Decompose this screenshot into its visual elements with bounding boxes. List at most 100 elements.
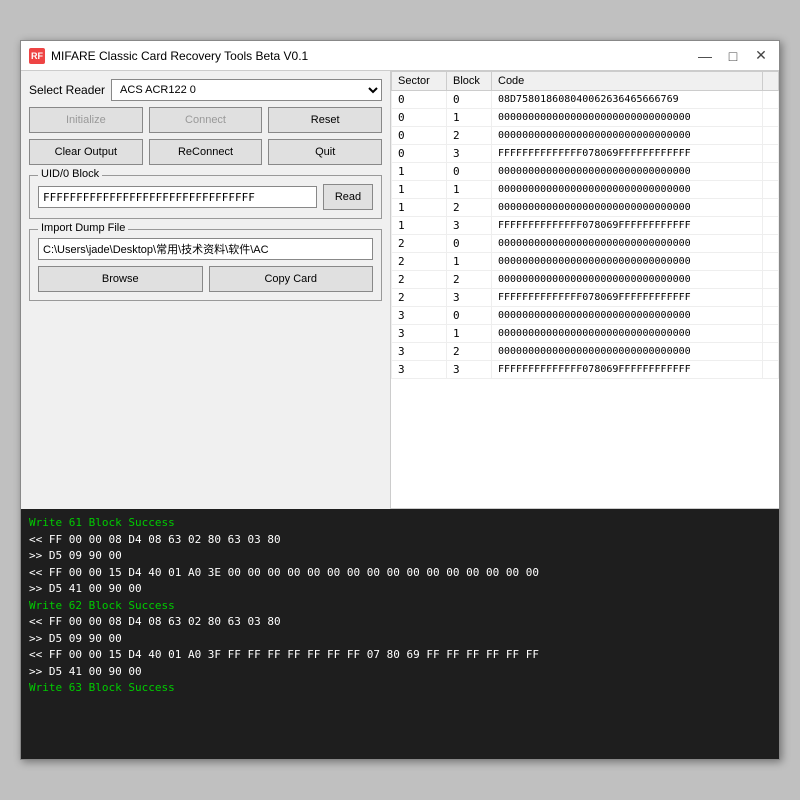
initialize-button[interactable]: Initialize [29,107,143,133]
cell-block: 1 [447,325,492,343]
table-row: 1200000000000000000000000000000000 [392,199,779,217]
cell-block: 3 [447,217,492,235]
cell-block: 0 [447,307,492,325]
cell-code: 00000000000000000000000000000000 [492,325,763,343]
cell-sector: 1 [392,217,447,235]
uid-group-label: UID/0 Block [38,168,102,180]
cell-code: FFFFFFFFFFFFFF078069FFFFFFFFFFFF [492,217,763,235]
button-row-2: Clear Output ReConnect Quit [29,139,382,165]
table-header-row: Sector Block Code [392,72,779,91]
uid-input[interactable] [38,186,317,208]
table-row: 13FFFFFFFFFFFFFF078069FFFFFFFFFFFF [392,217,779,235]
cell-sector: 1 [392,199,447,217]
button-row-1: Initialize Connect Reset [29,107,382,133]
cell-code: 00000000000000000000000000000000 [492,127,763,145]
log-line: >> D5 41 00 90 00 [29,664,771,681]
reconnect-button[interactable]: ReConnect [149,139,263,165]
cell-block: 0 [447,91,492,109]
log-line: Write 62 Block Success [29,598,771,615]
cell-sector: 0 [392,109,447,127]
cell-sector: 0 [392,145,447,163]
clear-output-button[interactable]: Clear Output [29,139,143,165]
cell-sector: 3 [392,343,447,361]
cell-code: 00000000000000000000000000000000 [492,343,763,361]
table-container[interactable]: Sector Block Code 0008D75801860804006263… [391,71,779,509]
copy-card-button[interactable]: Copy Card [209,266,374,292]
cell-sector: 3 [392,361,447,379]
cell-block: 1 [447,253,492,271]
maximize-button[interactable]: □ [723,46,743,66]
table-row: 2100000000000000000000000000000000 [392,253,779,271]
table-row: 2200000000000000000000000000000000 [392,271,779,289]
table-row: 1100000000000000000000000000000000 [392,181,779,199]
cell-sector: 2 [392,271,447,289]
col-scroll-space [763,72,779,91]
table-row: 23FFFFFFFFFFFFFF078069FFFFFFFFFFFF [392,289,779,307]
minimize-button[interactable]: — [695,46,715,66]
cell-code: FFFFFFFFFFFFFF078069FFFFFFFFFFFF [492,145,763,163]
title-bar: RF MIFARE Classic Card Recovery Tools Be… [21,41,779,71]
import-group-label: Import Dump File [38,222,128,234]
quit-button[interactable]: Quit [268,139,382,165]
reader-row: Select Reader ACS ACR122 0 [29,79,382,101]
uid-inner: Read [38,184,373,210]
cell-code: 00000000000000000000000000000000 [492,253,763,271]
cell-block: 3 [447,145,492,163]
close-button[interactable]: ✕ [751,46,771,66]
table-row: 3200000000000000000000000000000000 [392,343,779,361]
table-row: 0008D758018608040062636465666769 [392,91,779,109]
main-content: Select Reader ACS ACR122 0 Initialize Co… [21,71,779,509]
table-row: 0100000000000000000000000000000000 [392,109,779,127]
cell-code: FFFFFFFFFFFFFF078069FFFFFFFFFFFF [492,289,763,307]
connect-button[interactable]: Connect [149,107,263,133]
app-icon: RF [29,48,45,64]
table-row: 3000000000000000000000000000000000 [392,307,779,325]
main-window: RF MIFARE Classic Card Recovery Tools Be… [20,40,780,760]
cell-block: 2 [447,343,492,361]
cell-block: 3 [447,361,492,379]
col-sector: Sector [392,72,447,91]
cell-sector: 1 [392,181,447,199]
uid-group: UID/0 Block Read [29,175,382,219]
cell-code: 00000000000000000000000000000000 [492,181,763,199]
cell-block: 1 [447,109,492,127]
log-line: Write 61 Block Success [29,515,771,532]
table-row: 03FFFFFFFFFFFFFF078069FFFFFFFFFFFF [392,145,779,163]
cell-sector: 3 [392,307,447,325]
log-line: >> D5 41 00 90 00 [29,581,771,598]
cell-sector: 2 [392,289,447,307]
import-path-input[interactable] [38,238,373,260]
table-row: 1000000000000000000000000000000000 [392,163,779,181]
cell-code: 00000000000000000000000000000000 [492,235,763,253]
cell-sector: 3 [392,325,447,343]
import-buttons: Browse Copy Card [38,266,373,292]
table-row: 33FFFFFFFFFFFFFF078069FFFFFFFFFFFF [392,361,779,379]
browse-button[interactable]: Browse [38,266,203,292]
table-row: 0200000000000000000000000000000000 [392,127,779,145]
log-line: << FF 00 00 08 D4 08 63 02 80 63 03 80 [29,532,771,549]
reader-label: Select Reader [29,83,105,97]
table-body: 0008D75801860804006263646566676901000000… [392,91,779,379]
window-title: MIFARE Classic Card Recovery Tools Beta … [51,49,695,63]
log-line: >> D5 09 90 00 [29,631,771,648]
log-line: << FF 00 00 15 D4 40 01 A0 3E 00 00 00 0… [29,565,771,582]
reset-button[interactable]: Reset [268,107,382,133]
table-row: 3100000000000000000000000000000000 [392,325,779,343]
log-panel[interactable]: Write 61 Block Success<< FF 00 00 08 D4 … [21,509,779,759]
left-panel: Select Reader ACS ACR122 0 Initialize Co… [21,71,391,509]
cell-block: 3 [447,289,492,307]
read-button[interactable]: Read [323,184,373,210]
log-line: Write 63 Block Success [29,680,771,697]
reader-select[interactable]: ACS ACR122 0 [111,79,382,101]
log-line: << FF 00 00 15 D4 40 01 A0 3F FF FF FF F… [29,647,771,664]
col-code: Code [492,72,763,91]
cell-code: 08D758018608040062636465666769 [492,91,763,109]
cell-code: 00000000000000000000000000000000 [492,271,763,289]
log-line: >> D5 09 90 00 [29,548,771,565]
cell-block: 2 [447,271,492,289]
cell-code: 00000000000000000000000000000000 [492,163,763,181]
cell-code: 00000000000000000000000000000000 [492,109,763,127]
cell-sector: 2 [392,253,447,271]
cell-sector: 0 [392,127,447,145]
cell-block: 2 [447,127,492,145]
